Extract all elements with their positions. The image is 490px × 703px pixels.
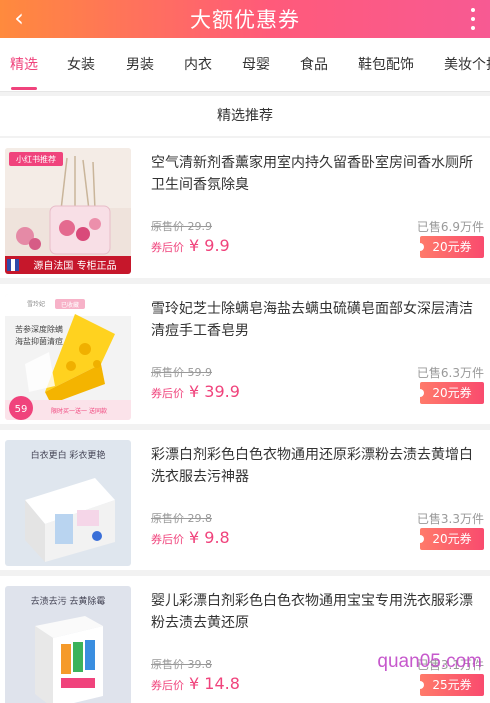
svg-text:59: 59 bbox=[15, 404, 28, 415]
coupon-button[interactable]: 20元券 bbox=[416, 236, 484, 258]
coupon-button[interactable]: 20元券 bbox=[416, 528, 484, 550]
product-card[interactable]: 去渍去污 去黄除霉 婴儿彩漂白剂彩色白色衣物通用宝宝专用洗衣服彩漂粉去渍去黄还原… bbox=[0, 576, 490, 703]
section-title: 精选推荐 bbox=[0, 96, 490, 136]
svg-text:限时买一送一 送同款: 限时买一送一 送同款 bbox=[51, 407, 107, 415]
product-image: 去渍去污 去黄除霉 bbox=[5, 586, 131, 703]
product-card[interactable]: 白衣更白 彩衣更艳 彩漂白剂彩色白色衣物通用还原彩漂粉去渍去黄增白洗衣服去污神器… bbox=[0, 430, 490, 570]
product-name[interactable]: 雪玲妃芝士除螨皂海盐去螨虫硫磺皂面部女深层清洁清痘手工香皂男 bbox=[151, 298, 481, 342]
badge-text: 小红书推荐 bbox=[16, 154, 56, 164]
product-image: 白衣更白 彩衣更艳 bbox=[5, 440, 131, 566]
product-image: 雪玲妃 已收藏 苦参深度除螨 海盐抑菌清痘 59 限时买一送一 送同款 bbox=[5, 294, 131, 420]
product-name[interactable]: 空气清新剂香薰家用室内持久留香卧室房间香水厕所卫生间香氛除臭 bbox=[151, 152, 481, 196]
tab-beauty[interactable]: 美妆个护 bbox=[444, 38, 490, 91]
tab-bags-accessories[interactable]: 鞋包配饰 bbox=[358, 38, 414, 91]
tab-food[interactable]: 食品 bbox=[300, 38, 328, 91]
original-price: 原售价 59.9 bbox=[151, 366, 212, 379]
svg-text:已收藏: 已收藏 bbox=[61, 301, 79, 309]
coupon-button[interactable]: 20元券 bbox=[416, 382, 484, 404]
svg-text:白衣更白 彩衣更艳: 白衣更白 彩衣更艳 bbox=[31, 449, 106, 461]
product-name[interactable]: 婴儿彩漂白剂彩色白色衣物通用宝宝专用洗衣服彩漂粉去渍去黄还原 bbox=[151, 590, 481, 634]
category-tabs: 精选 女装 男装 内衣 母婴 食品 鞋包配饰 美妆个护 bbox=[0, 38, 490, 92]
original-price: 原售价 39.8 bbox=[151, 658, 212, 671]
coupon-price: 券后价 ¥ 14.8 bbox=[151, 674, 240, 693]
sold-count: 已售3.3万件 bbox=[416, 512, 484, 526]
tab-underwear[interactable]: 内衣 bbox=[184, 38, 212, 91]
coupon-price: 券后价 ¥ 9.8 bbox=[151, 528, 230, 547]
banner-text: 源自法国 专柜正品 bbox=[33, 259, 116, 272]
back-arrow-icon[interactable]: ‹ bbox=[8, 5, 30, 31]
product-card[interactable]: 小红书推荐 源自法国 专柜正品 空气清新剂香薰家用室内持久留香卧室房间香水厕所卫… bbox=[0, 138, 490, 278]
coupon-button[interactable]: 25元券 bbox=[416, 674, 484, 696]
sold-count: 已售6.3万件 bbox=[416, 366, 484, 380]
original-price: 原售价 29.9 bbox=[151, 220, 212, 233]
more-vertical-icon[interactable] bbox=[470, 8, 476, 30]
svg-text:去渍去污 去黄除霉: 去渍去污 去黄除霉 bbox=[31, 595, 106, 607]
product-image: 小红书推荐 源自法国 专柜正品 bbox=[5, 148, 131, 274]
svg-text:苦参深度除螨: 苦参深度除螨 bbox=[15, 324, 63, 334]
coupon-price: 券后价 ¥ 9.9 bbox=[151, 236, 230, 255]
svg-text:海盐抑菌清痘: 海盐抑菌清痘 bbox=[15, 336, 63, 346]
tab-featured[interactable]: 精选 bbox=[10, 38, 38, 91]
brand-text: 雪玲妃 bbox=[27, 300, 45, 308]
watermark-text: quan05.com bbox=[377, 651, 482, 672]
product-name[interactable]: 彩漂白剂彩色白色衣物通用还原彩漂粉去渍去黄增白洗衣服去污神器 bbox=[151, 444, 481, 488]
sold-count: 已售6.9万件 bbox=[416, 220, 484, 234]
tab-baby[interactable]: 母婴 bbox=[242, 38, 270, 91]
tab-mens[interactable]: 男装 bbox=[126, 38, 154, 91]
original-price: 原售价 29.8 bbox=[151, 512, 212, 525]
coupon-price: 券后价 ¥ 39.9 bbox=[151, 382, 240, 401]
page-title: 大额优惠券 bbox=[190, 8, 300, 32]
tab-womens[interactable]: 女装 bbox=[67, 38, 95, 91]
product-card[interactable]: 雪玲妃 已收藏 苦参深度除螨 海盐抑菌清痘 59 限时买一送一 送同款 雪玲妃芝… bbox=[0, 284, 490, 424]
product-list: 小红书推荐 源自法国 专柜正品 空气清新剂香薰家用室内持久留香卧室房间香水厕所卫… bbox=[0, 138, 490, 703]
top-header: ‹ 大额优惠券 bbox=[0, 0, 490, 38]
